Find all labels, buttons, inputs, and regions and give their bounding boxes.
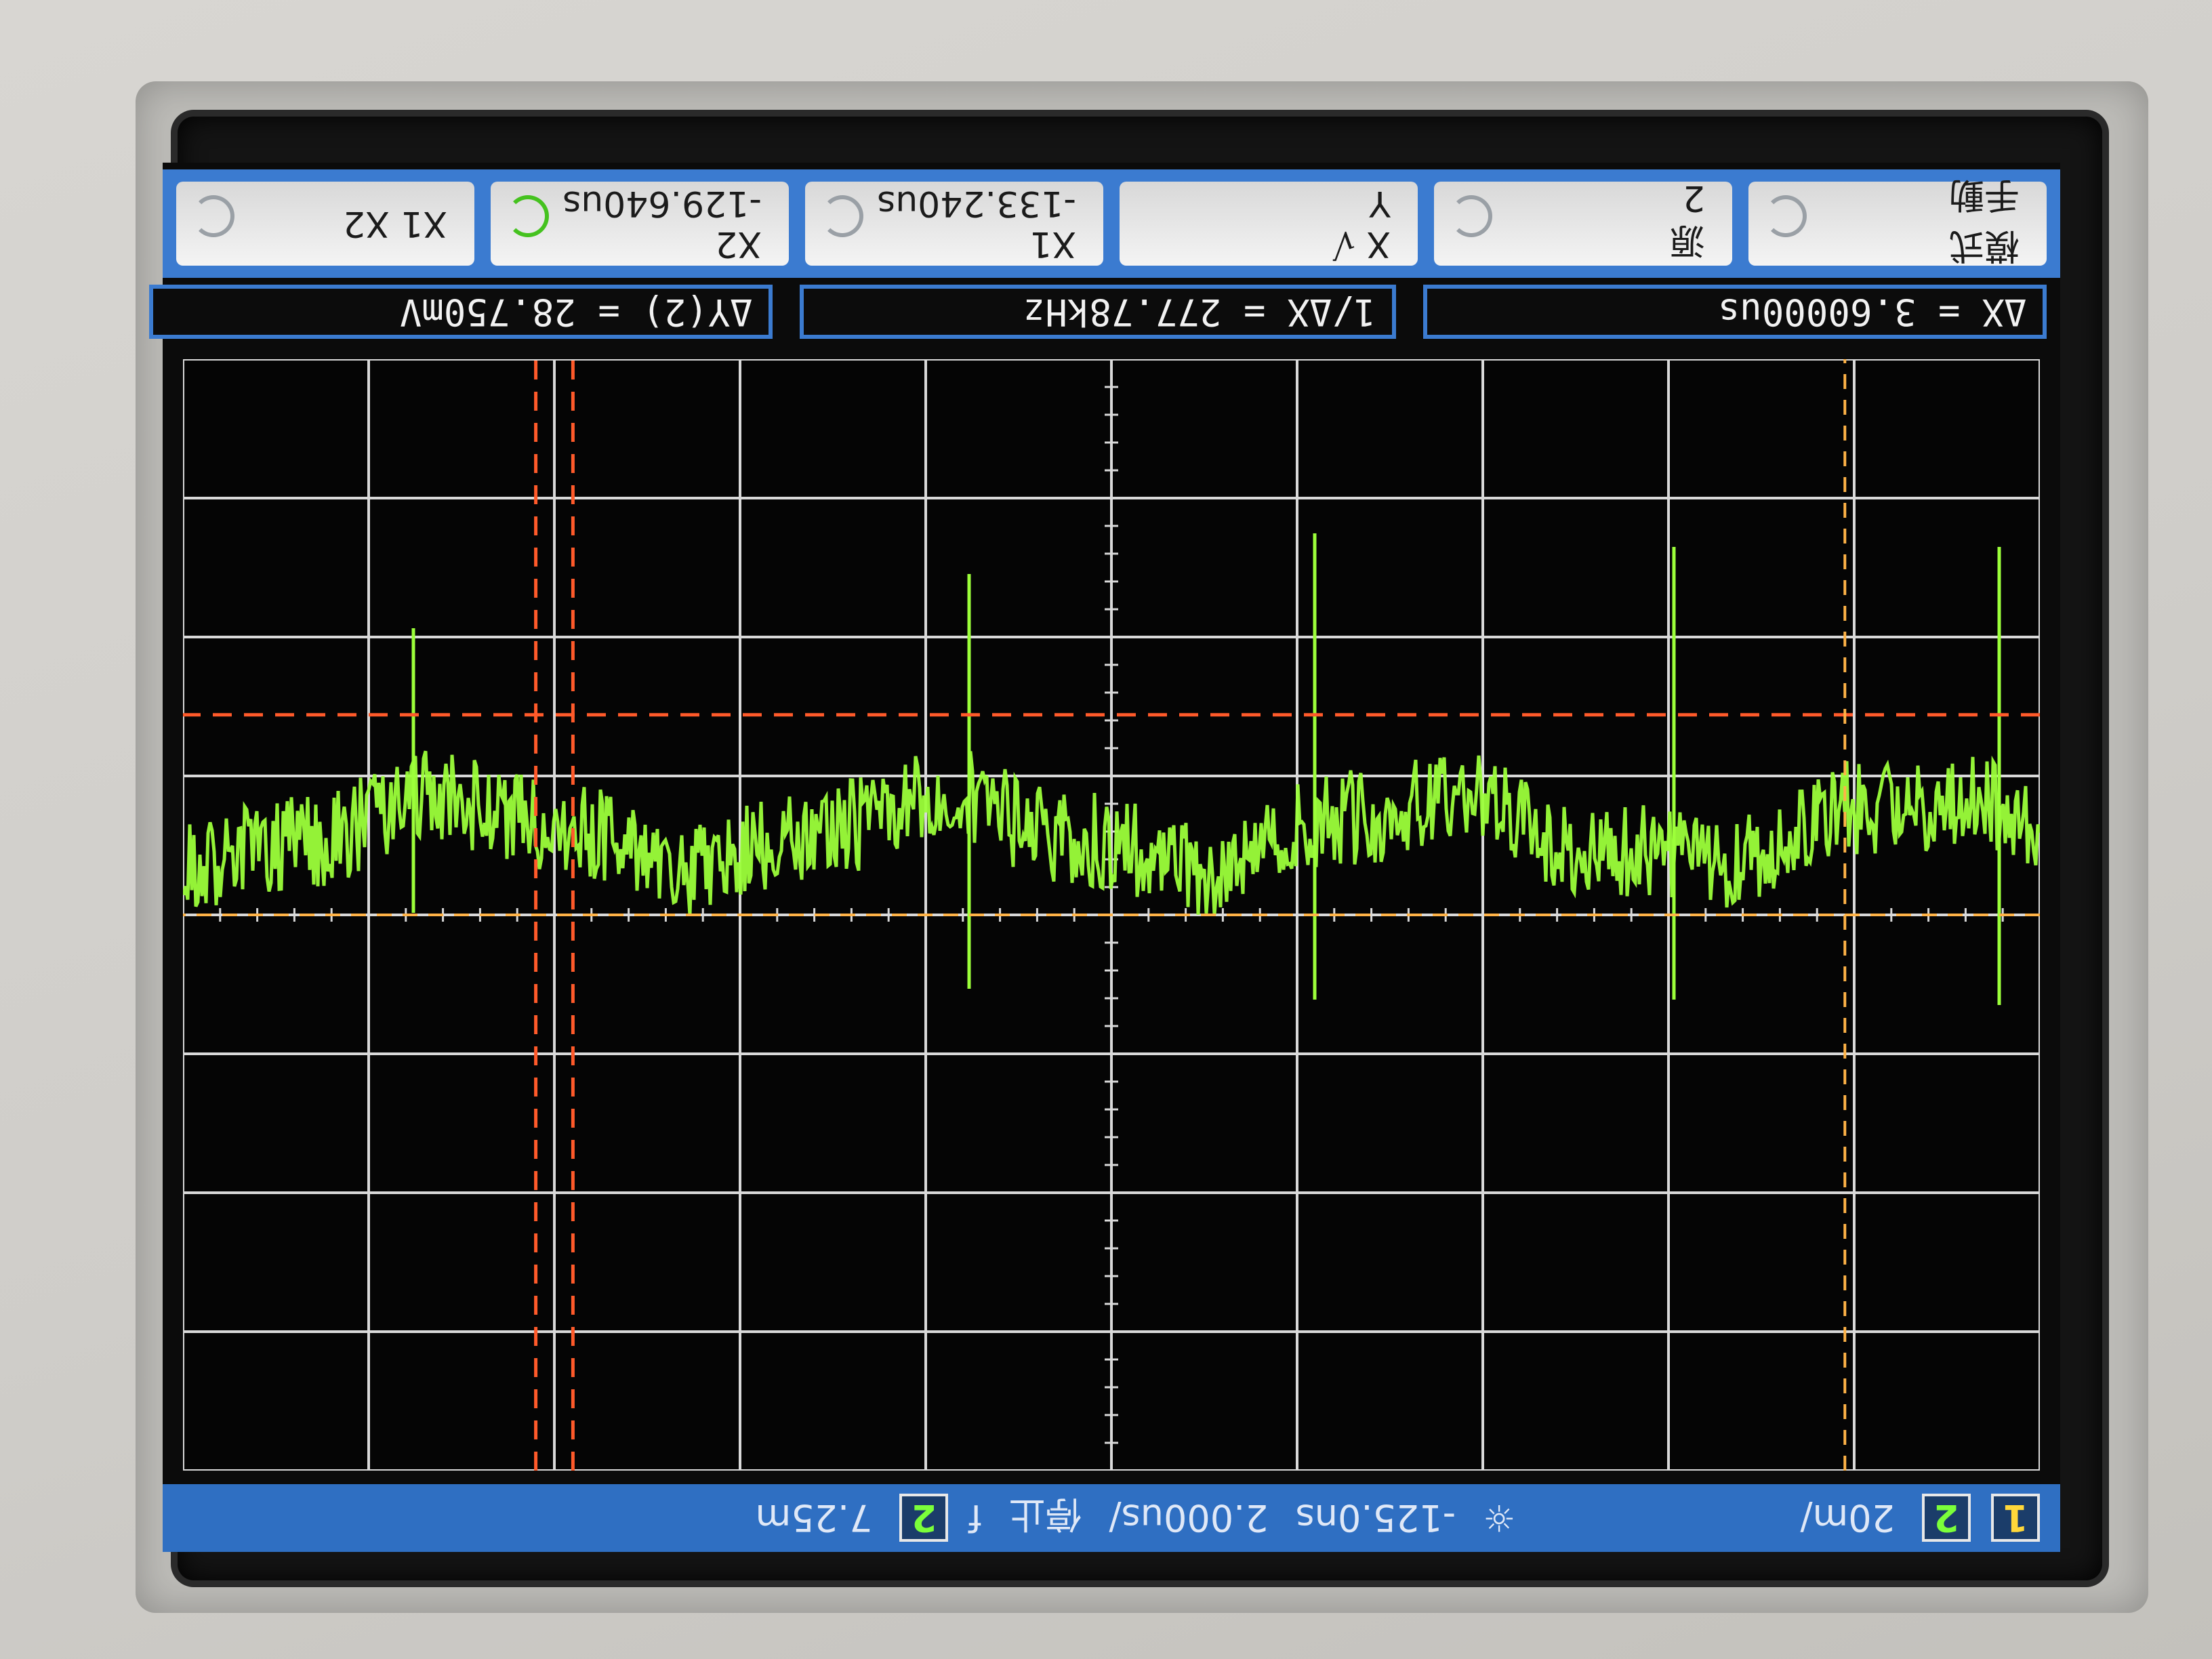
waveform-svg	[183, 359, 2040, 1471]
delta-x-readout: ΔX = 3.60000us	[1423, 285, 2047, 339]
softkey-mode[interactable]: 模式 手動	[1748, 174, 2047, 266]
rotate-icon-active	[507, 195, 549, 237]
softkey-xy-x: X √	[1332, 224, 1391, 264]
inverse-delta-x-readout: 1/ΔX = 277.78kHz	[800, 285, 1396, 339]
softkey-x1[interactable]: X1 -133.240us	[805, 182, 1103, 266]
status-bar: 1 2 20m/ ☼ -125.0ns 2.000us/ 停止 f 2 7.25…	[163, 1484, 2060, 1552]
waveform-display	[183, 359, 2040, 1471]
rotate-icon	[192, 195, 234, 237]
softkey-xy-y: Y	[1369, 183, 1391, 224]
check-icon: √	[1332, 224, 1355, 264]
trigger-source-badge[interactable]: 2	[899, 1494, 949, 1542]
trigger-slope: f	[968, 1496, 982, 1540]
ch1-badge[interactable]: 1	[1991, 1494, 2040, 1542]
ch2-badge[interactable]: 2	[1922, 1494, 1971, 1542]
softkey-bar: 模式 手動 源 2 X √ Y X1 -133.240us X2 -129.64…	[163, 169, 2060, 278]
delta-y-readout: ΔY(2) = 28.750mV	[149, 285, 773, 339]
timebase-value: 2.000us/	[1109, 1496, 1269, 1540]
softkey-x1x2[interactable]: X1 X2	[176, 182, 474, 266]
cursor-readouts: ΔX = 3.60000us 1/ΔX = 277.78kHz ΔY(2) = …	[149, 285, 2060, 339]
rotate-icon	[821, 195, 863, 237]
softkey-xy[interactable]: X √ Y	[1120, 182, 1418, 266]
softkey-x2[interactable]: X2 -129.640us	[491, 182, 789, 266]
delay-value: -125.0ns	[1295, 1496, 1456, 1540]
run-state: 停止	[1008, 1493, 1082, 1536]
sun-icon: ☼	[1483, 1496, 1516, 1540]
ch2-scale: 20m/	[1800, 1496, 1895, 1540]
oscilloscope-screen: 1 2 20m/ ☼ -125.0ns 2.000us/ 停止 f 2 7.25…	[149, 163, 2060, 1552]
trigger-level: 7.25m	[755, 1496, 873, 1540]
rotate-icon	[1765, 195, 1807, 237]
softkey-source[interactable]: 源 2	[1434, 178, 1732, 266]
rotate-icon	[1450, 195, 1492, 237]
